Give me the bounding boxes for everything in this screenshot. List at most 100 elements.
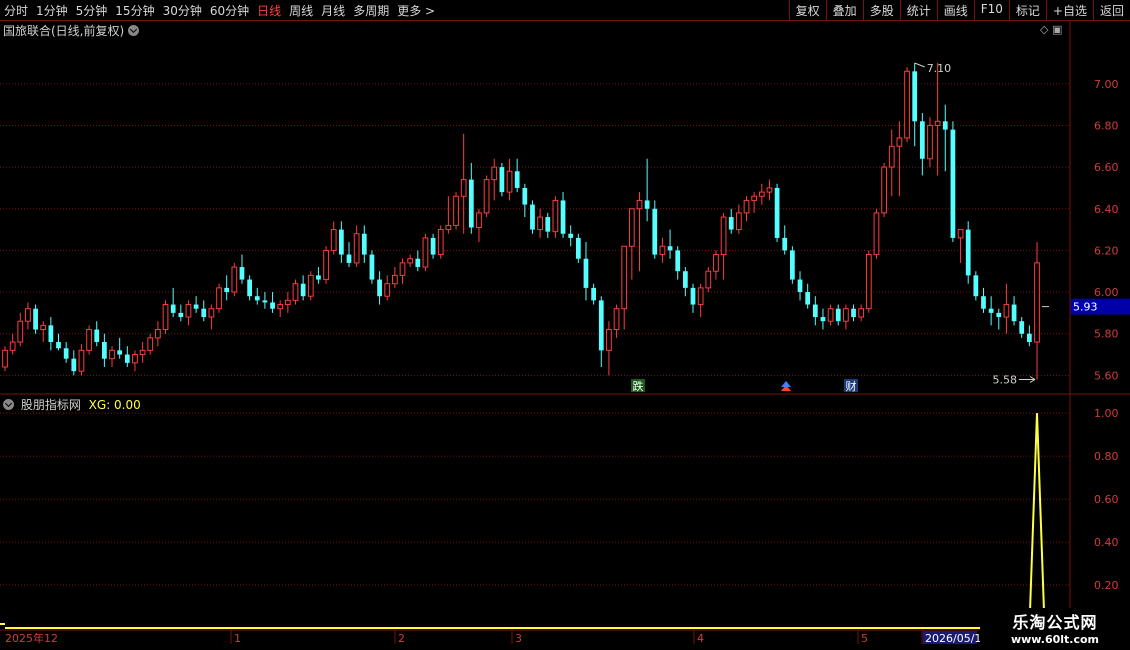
candle-body <box>284 299 291 306</box>
candle-body <box>1034 262 1040 343</box>
candle-body <box>270 302 275 309</box>
candle-body <box>919 121 925 159</box>
candle-body <box>583 258 589 288</box>
candle-body <box>598 300 604 351</box>
candle-body <box>102 342 107 359</box>
candle-body <box>797 279 803 293</box>
candle-body <box>904 70 910 139</box>
low-label: 5.58 <box>993 374 1018 387</box>
candle-body <box>216 287 222 310</box>
y-tick-ind-2: 0.60 <box>1094 493 1119 506</box>
candle-body <box>820 317 826 322</box>
candle-body <box>254 296 260 301</box>
candle-body <box>552 199 559 233</box>
candle-body <box>201 308 207 318</box>
candle-body <box>591 287 596 301</box>
candle-body <box>720 216 727 256</box>
y-tick-main-7: 5.60 <box>1094 369 1119 382</box>
candle-body <box>391 274 398 285</box>
up-arrow-icon-2 <box>781 381 791 387</box>
candle-body <box>430 237 436 255</box>
candle-body <box>63 348 69 359</box>
candle-body <box>499 167 505 193</box>
candle-body <box>94 329 100 343</box>
candle-body <box>873 212 880 256</box>
candle-body <box>139 349 146 356</box>
candle-body <box>476 212 482 228</box>
candle-body <box>606 329 612 351</box>
candle-body <box>621 245 628 310</box>
candle-body <box>277 304 284 310</box>
candle-body <box>950 129 956 238</box>
candle-body <box>2 349 8 368</box>
y-tick-ind-3: 0.40 <box>1094 536 1119 549</box>
candle-body <box>407 258 414 264</box>
candle-body <box>758 191 765 197</box>
candle-body <box>56 342 61 349</box>
candle-body <box>934 120 941 126</box>
candle-body <box>912 71 918 122</box>
y-tick-main-1: 6.80 <box>1094 119 1119 132</box>
candle-body <box>613 308 620 331</box>
candle-body <box>636 199 643 210</box>
candle-body <box>109 349 115 360</box>
candle-body <box>812 304 818 318</box>
candle-body <box>628 208 635 247</box>
candle-body <box>1026 333 1032 343</box>
candle-body <box>888 145 895 168</box>
candle-body <box>132 354 138 364</box>
x-tick-4: 4 <box>697 632 704 645</box>
y-tick-main-5: 6.00 <box>1094 286 1119 299</box>
candle-body <box>422 237 429 268</box>
candle-body <box>338 229 344 255</box>
candle-body <box>896 137 903 147</box>
candle-body <box>790 250 795 280</box>
candle-body <box>307 274 314 297</box>
y-tick-main-6: 5.80 <box>1094 328 1119 341</box>
candle-body <box>247 279 252 297</box>
candle-body <box>713 254 719 272</box>
candle-body <box>851 308 856 318</box>
candle-body <box>399 262 406 276</box>
candle-body <box>667 246 673 251</box>
candle-body <box>506 170 513 193</box>
candle-body <box>957 229 964 239</box>
watermark-url: www.60lt.com <box>1010 633 1100 646</box>
candle-body <box>858 308 865 318</box>
candles <box>2 62 1040 380</box>
candle-body <box>239 267 245 280</box>
candle-body <box>1011 304 1017 322</box>
candle-body <box>208 308 215 318</box>
candle-body <box>843 308 849 322</box>
candle-body <box>78 349 85 372</box>
y-tick-ind-4: 0.20 <box>1094 579 1119 592</box>
candle-body <box>170 304 176 313</box>
candle-body <box>231 266 238 293</box>
candle-body <box>147 337 154 351</box>
candle-body <box>346 254 352 263</box>
y-tick-main-2: 6.60 <box>1094 161 1119 174</box>
candle-body <box>675 250 681 272</box>
candle-body <box>316 275 321 280</box>
candle-body <box>568 233 574 238</box>
candle-body <box>86 329 92 351</box>
candle-body <box>728 217 734 230</box>
candle-body <box>25 308 31 322</box>
y-tick-main-4: 6.20 <box>1094 244 1119 257</box>
candle-body <box>193 304 199 309</box>
candle-body <box>835 308 841 322</box>
candle-body <box>705 270 712 289</box>
candle-body <box>981 296 986 309</box>
x-tick-5: 5 <box>861 632 868 645</box>
y-tick-ind-0: 1.00 <box>1094 407 1119 420</box>
candle-body <box>942 121 948 130</box>
marker-2: 财 <box>846 379 857 393</box>
candle-body <box>644 200 650 209</box>
candle-body <box>330 229 337 251</box>
y-tick-ind-1: 0.80 <box>1094 450 1119 463</box>
chart-canvas[interactable]: 7.00 6.80 6.60 6.40 6.20 6.00 5.80 5.60 1.00 0.80… <box>0 0 1130 650</box>
candle-body <box>33 308 38 330</box>
candle-body <box>537 216 543 231</box>
candle-body <box>178 312 184 318</box>
candle-body <box>973 275 979 297</box>
